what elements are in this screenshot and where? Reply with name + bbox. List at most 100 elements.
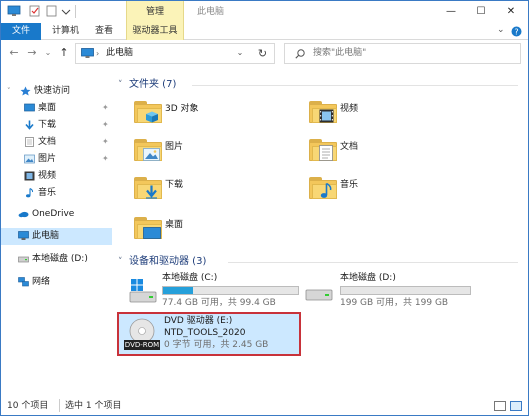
sidebar-item-videos[interactable]: 视频 [1, 168, 112, 184]
search-input[interactable]: 搜索"此电脑" [313, 44, 366, 63]
dvd-rom-badge: DVD-ROM [124, 340, 160, 350]
window-title: 此电脑 [197, 7, 225, 17]
breadcrumb-current[interactable]: 此电脑 [106, 44, 133, 63]
computer-icon [81, 48, 94, 58]
pin-icon[interactable]: ✦ [102, 117, 109, 133]
collapse-chevron-icon[interactable]: ˅ [118, 257, 123, 267]
sidebar-item-documents[interactable]: 文档 ✦ [1, 134, 112, 150]
svg-text:?: ? [514, 28, 518, 37]
folder-label: 图片 [165, 142, 184, 152]
folder-icon [309, 177, 337, 199]
large-icons-view-button[interactable] [510, 401, 522, 411]
star-icon [20, 86, 31, 96]
drive-name: 本地磁盘 (D:) [340, 273, 396, 283]
folder-label: 视频 [340, 104, 359, 114]
group-header-folders[interactable]: 文件夹 (7) [129, 78, 176, 92]
address-dropdown-icon[interactable]: ⌄ [233, 45, 247, 61]
folder-icon [134, 139, 162, 161]
document-icon [319, 145, 333, 161]
refresh-button[interactable]: ↻ [251, 43, 275, 64]
sidebar-item-desktop[interactable]: 桌面 ✦ [1, 100, 112, 116]
desktop-icon [24, 103, 35, 112]
video-icon [24, 171, 35, 181]
drive-space: 0 字节 可用，共 2.45 GB [164, 340, 269, 350]
collapse-chevron-icon[interactable]: ˅ [7, 83, 11, 99]
breadcrumb-chevron-icon[interactable]: › [96, 44, 99, 63]
sidebar-item-network[interactable]: 网络 [1, 274, 112, 290]
expand-ribbon-icon[interactable]: ⌄ [497, 25, 505, 35]
desktop-icon [143, 227, 161, 239]
tab-computer[interactable]: 计算机 [44, 23, 87, 39]
drive-c[interactable]: 本地磁盘 (C:) 77.4 GB 可用，共 99.4 GB [124, 272, 299, 308]
sidebar-item-onedrive[interactable]: OneDrive [1, 206, 112, 222]
sidebar-item-music[interactable]: 音乐 [1, 185, 112, 201]
sidebar-item-label: 音乐 [38, 188, 57, 198]
sidebar-item-label: 桌面 [38, 103, 57, 113]
sidebar-item-label: 下载 [38, 120, 57, 130]
up-button[interactable]: ↑ [57, 45, 71, 61]
forward-button[interactable]: → [25, 45, 39, 61]
sidebar-item-label: 本地磁盘 (D:) [32, 254, 88, 264]
network-icon [18, 277, 29, 287]
new-folder-icon[interactable] [45, 5, 59, 17]
folder-label: 文档 [340, 142, 359, 152]
explorer-window: 管理 此电脑 — ☐ ✕ 文件 计算机 查看 驱动器工具 ⌄ ? ← → ⌄ ↑… [0, 0, 529, 416]
sidebar-item-downloads[interactable]: 下载 ✦ [1, 117, 112, 133]
sidebar-item-this-pc[interactable]: 此电脑 [1, 228, 112, 245]
drive-volume-label: NTD_TOOLS_2020 [164, 328, 246, 338]
sidebar-item-quick-access[interactable]: ˅ 快速访问 [1, 83, 112, 99]
music-icon [26, 188, 34, 198]
drive-name: DVD 驱动器 (E:) [164, 316, 233, 326]
sidebar-item-label: 快速访问 [34, 86, 71, 96]
picture-icon [24, 154, 35, 164]
help-icon[interactable]: ? [511, 26, 522, 37]
maximize-button[interactable]: ☐ [467, 1, 495, 23]
selection-count: 选中 1 个项目 [65, 401, 122, 411]
drive-usage-fill [163, 287, 193, 294]
group-header-drives[interactable]: 设备和驱动器 (3) [129, 255, 206, 269]
properties-icon[interactable] [28, 5, 42, 17]
sidebar-item-label: OneDrive [32, 209, 75, 219]
search-box[interactable]: 搜索"此电脑" [284, 43, 521, 64]
folder-icon [134, 177, 162, 199]
tab-manage[interactable]: 管理 [126, 1, 184, 23]
cube-icon [146, 111, 158, 123]
customize-toolbar-icon[interactable] [59, 5, 73, 17]
minimize-button[interactable]: — [437, 1, 465, 23]
document-icon [25, 137, 34, 147]
drive-d[interactable]: 本地磁盘 (D:) 199 GB 可用，共 199 GB [300, 272, 475, 308]
details-view-button[interactable] [494, 401, 506, 411]
sidebar-item-local-disk-d[interactable]: 本地磁盘 (D:) [1, 251, 112, 267]
computer-icon [7, 5, 21, 16]
sidebar-item-label: 视频 [38, 171, 57, 181]
sidebar-item-label: 此电脑 [32, 231, 60, 241]
drive-space: 199 GB 可用，共 199 GB [340, 298, 449, 308]
collapse-chevron-icon[interactable]: ˅ [118, 80, 123, 90]
drive-e-dvd[interactable]: DVD-ROM DVD 驱动器 (E:) NTD_TOOLS_2020 0 字节… [117, 312, 301, 356]
recent-locations-button[interactable]: ⌄ [41, 45, 55, 61]
back-button[interactable]: ← [7, 45, 21, 61]
folder-icon [309, 101, 337, 123]
pin-icon[interactable]: ✦ [102, 100, 109, 116]
close-button[interactable]: ✕ [497, 1, 525, 23]
status-divider [59, 399, 60, 412]
folder-label: 音乐 [340, 180, 359, 190]
drive-usage-bar [340, 286, 471, 295]
picture-icon [143, 148, 160, 161]
sidebar-item-pictures[interactable]: 图片 ✦ [1, 151, 112, 167]
sidebar-item-label: 图片 [38, 154, 57, 164]
drive-icon [305, 289, 333, 301]
item-count: 10 个项目 [7, 401, 49, 411]
tab-file[interactable]: 文件 [1, 23, 41, 40]
status-bar: 10 个项目 选中 1 个项目 [1, 397, 528, 415]
search-icon [295, 49, 305, 59]
pin-icon[interactable]: ✦ [102, 151, 109, 167]
tab-view[interactable]: 查看 [87, 23, 121, 39]
drive-icon [18, 256, 29, 263]
download-icon [25, 120, 34, 130]
tab-drive-tools[interactable]: 驱动器工具 [126, 23, 184, 40]
title-divider [75, 5, 76, 18]
pin-icon[interactable]: ✦ [102, 134, 109, 150]
sidebar-item-label: 文档 [38, 137, 57, 147]
folder-label: 3D 对象 [165, 104, 199, 114]
